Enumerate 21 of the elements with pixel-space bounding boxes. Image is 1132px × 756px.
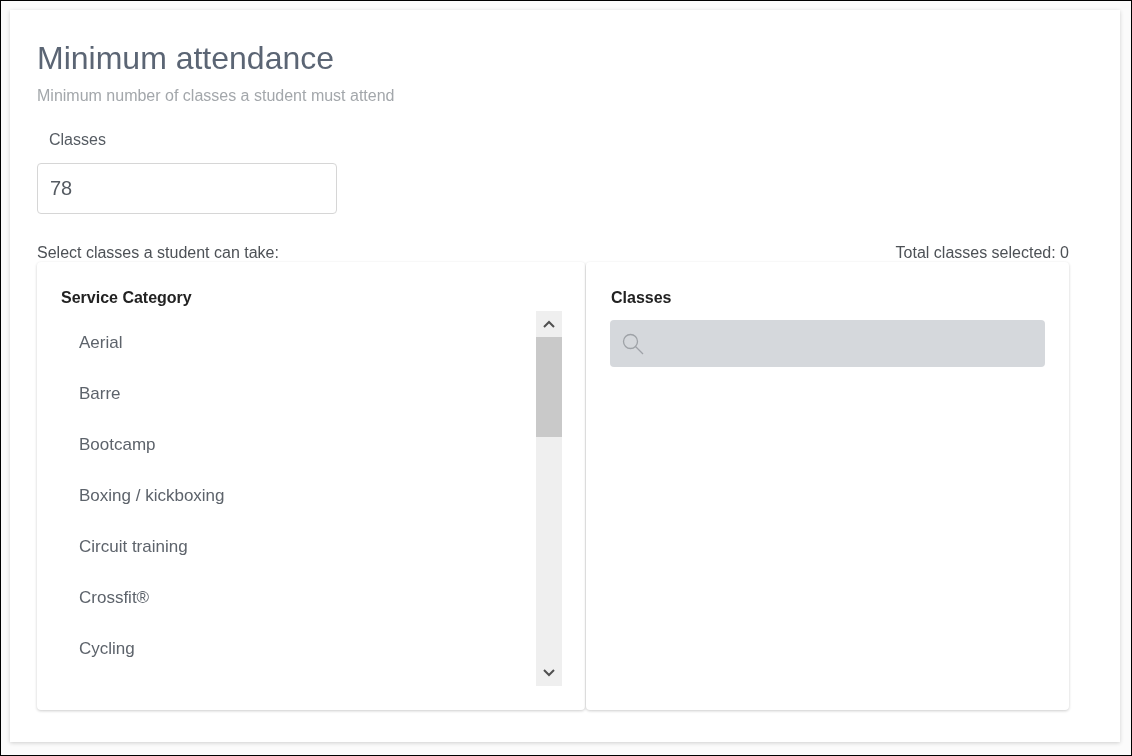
category-item[interactable]: Boxing / kickboxing — [61, 470, 233, 521]
panel-title: Service Category — [61, 288, 193, 308]
total-selected-text: Total classes selected: 0 — [895, 244, 1069, 262]
category-item[interactable]: Aerial — [61, 317, 131, 368]
category-item[interactable]: Circuit training — [61, 521, 196, 572]
scrollbar-thumb[interactable] — [536, 337, 562, 437]
field-label: Classes — [49, 130, 106, 150]
page-title: Minimum attendance — [37, 39, 336, 78]
page-subtitle: Minimum number of classes a student must attend — [37, 86, 396, 106]
category-item[interactable]: Barre — [61, 368, 129, 419]
panel-title: Classes — [610, 288, 673, 308]
category-item[interactable]: Crossfit® — [61, 572, 158, 623]
scrollbar-track[interactable] — [536, 311, 562, 686]
search-icon — [622, 332, 644, 355]
chevron-up-icon[interactable] — [543, 320, 555, 328]
category-item[interactable]: Cycling — [61, 623, 143, 674]
category-item[interactable]: Bootcamp — [61, 419, 164, 470]
search-field[interactable] — [610, 320, 1045, 367]
instruction-text: Select classes a student can take: — [37, 244, 279, 262]
classes-input[interactable]: 78 — [37, 163, 337, 214]
chevron-down-icon[interactable] — [543, 669, 555, 677]
